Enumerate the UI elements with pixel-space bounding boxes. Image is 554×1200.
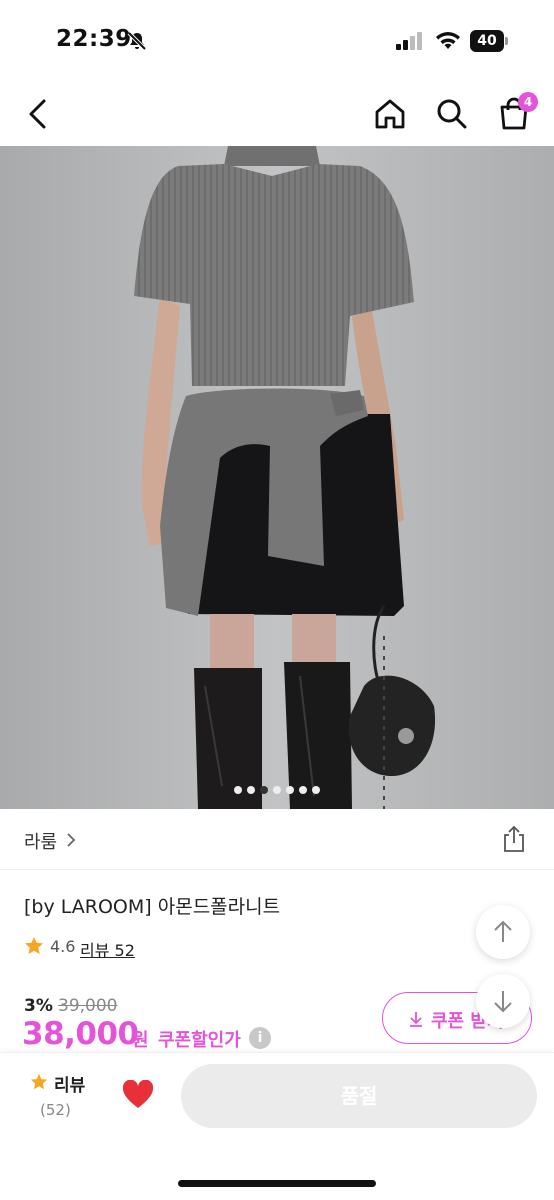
pager-dot[interactable] (260, 786, 268, 794)
heart-icon[interactable] (122, 1080, 154, 1110)
image-pager (0, 784, 554, 796)
share-icon[interactable] (500, 824, 528, 854)
bottom-review-count[interactable]: (52) (40, 1101, 71, 1119)
product-image[interactable] (0, 146, 554, 809)
status-bar: 22:39 40 (0, 0, 554, 84)
rating-value: 4.6 (50, 937, 76, 956)
original-price: 39,000 (58, 996, 118, 1016)
pager-dot[interactable] (273, 786, 281, 794)
brand-row[interactable]: 라룸 (0, 810, 554, 870)
home-indicator (178, 1180, 376, 1187)
bell-off-icon (127, 31, 147, 51)
top-nav (0, 84, 554, 146)
status-time: 22:39 (56, 26, 132, 52)
chevron-left-icon[interactable] (20, 96, 56, 132)
brand-name[interactable]: 라룸 (24, 828, 57, 854)
pager-dot[interactable] (299, 786, 307, 794)
pager-dot[interactable] (312, 786, 320, 794)
scroll-down-button[interactable] (476, 974, 530, 1028)
product-title: [by LAROOM] 아몬드폴라니트 (24, 896, 281, 918)
battery-level: 40 (470, 30, 504, 52)
wifi-icon (436, 32, 460, 49)
home-icon[interactable] (372, 96, 408, 132)
product-photo (0, 146, 554, 809)
coupon-price-label: 쿠폰할인가 (158, 1030, 241, 1051)
price-unit: 원 (132, 1030, 149, 1051)
search-icon[interactable] (434, 96, 470, 132)
scroll-up-button[interactable] (476, 905, 530, 959)
battery-icon: 40 (470, 30, 508, 52)
arrow-down-icon (494, 991, 512, 1013)
arrow-up-icon (494, 920, 512, 942)
star-icon (30, 1073, 48, 1090)
cell-signal-icon (396, 30, 426, 50)
pager-dot[interactable] (286, 786, 294, 794)
bottom-review-label[interactable]: 리뷰 (54, 1071, 85, 1096)
sale-price: 38,000 (22, 1016, 139, 1052)
star-icon (25, 937, 43, 954)
cart-count-badge: 4 (518, 92, 538, 112)
chevron-right-icon (67, 833, 76, 847)
download-icon (410, 1012, 422, 1027)
review-count-link[interactable]: 리뷰 52 (80, 937, 135, 961)
discount-rate: 3% (24, 996, 53, 1016)
pager-dot[interactable] (247, 786, 255, 794)
pager-dot[interactable] (234, 786, 242, 794)
info-icon[interactable]: i (249, 1027, 271, 1049)
soldout-button[interactable]: 품절 (181, 1064, 537, 1128)
